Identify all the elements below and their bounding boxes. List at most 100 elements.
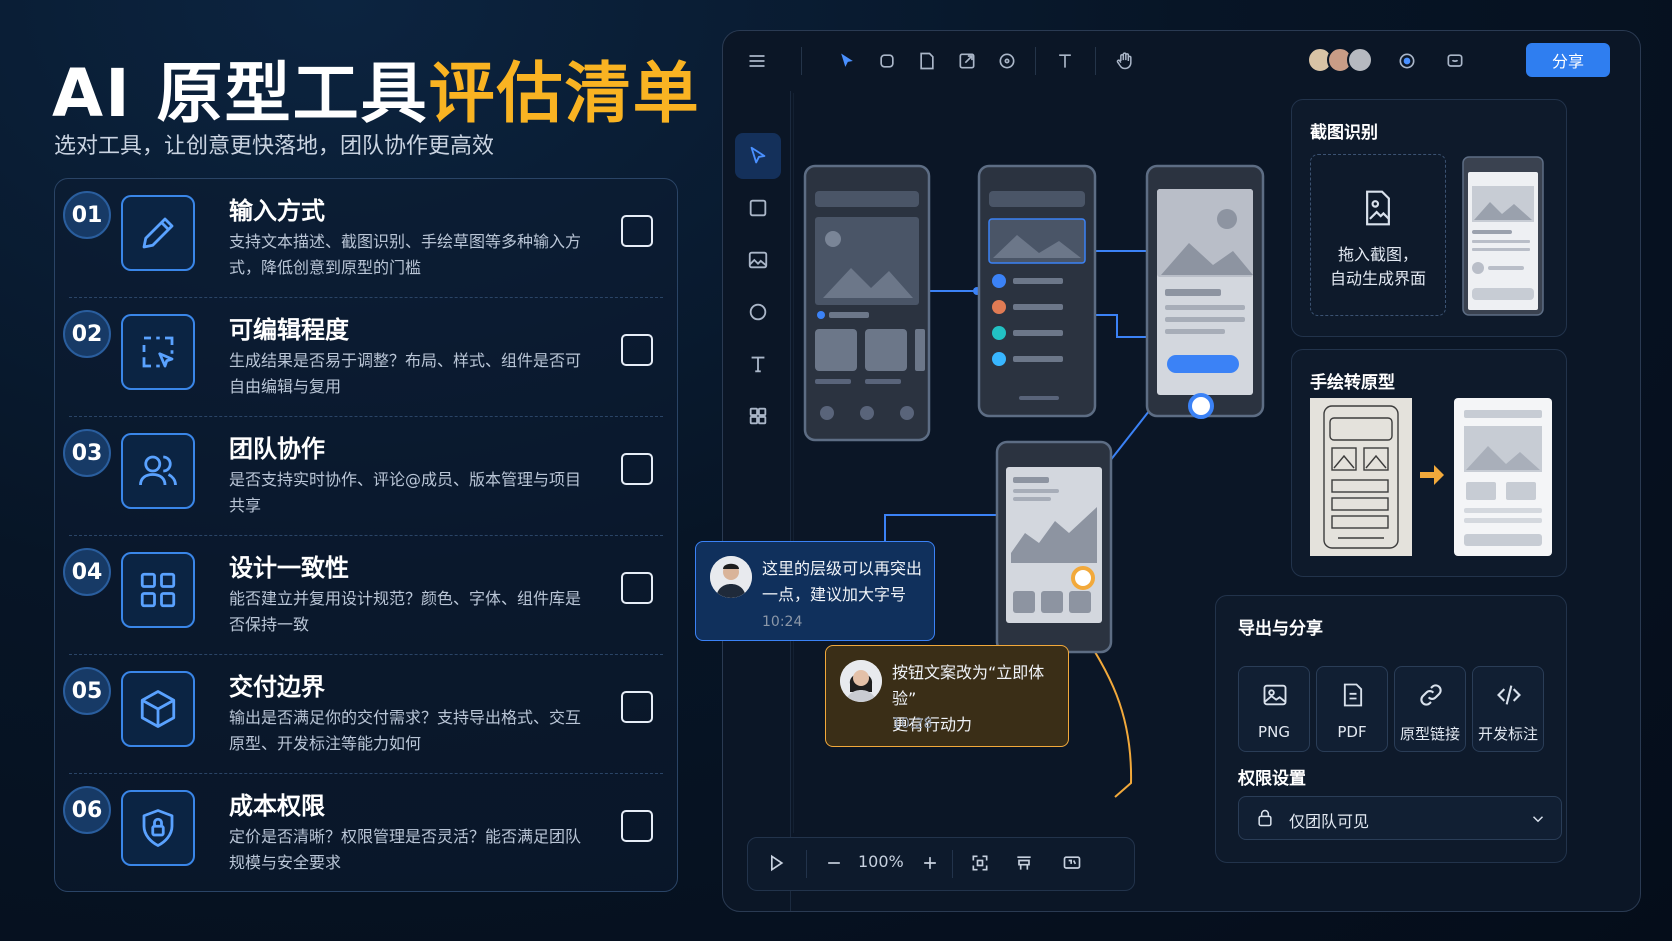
dropzone-text: 拖入截图， <box>1337 245 1418 264</box>
divider <box>952 850 953 878</box>
permission-title: 权限设置 <box>1238 769 1306 789</box>
item-number-badge: 05 <box>63 667 111 715</box>
link-icon <box>1420 684 1442 706</box>
checklist-item: 06 成本权限 定价是否清晰？权限管理是否灵活？能否满足团队规模与安全要求 <box>55 774 677 893</box>
page-icon[interactable] <box>915 49 939 73</box>
item-title: 成本权限 <box>229 792 325 820</box>
share-button[interactable]: 分享 <box>1526 43 1610 77</box>
item-checkbox[interactable] <box>621 691 653 723</box>
rectangle-tool-icon[interactable] <box>735 185 781 231</box>
panel-title: 手绘转原型 <box>1310 373 1395 393</box>
button-label: 原型链接 <box>1399 725 1460 743</box>
item-checkbox[interactable] <box>621 453 653 485</box>
export-png-button[interactable]: PNG <box>1238 666 1310 752</box>
checklist-item: 01 输入方式 支持文本描述、截图识别、手绘草图等多种输入方式，降低创意到原型的… <box>55 179 677 298</box>
tool-rail <box>723 91 791 911</box>
wireframe-screen[interactable] <box>1145 164 1265 419</box>
button-label: 开发标注 <box>1477 725 1538 743</box>
item-description: 是否支持实时协作、评论@成员、版本管理与项目共享 <box>229 470 582 515</box>
zoom-out-icon[interactable] <box>824 853 844 877</box>
lock-icon <box>1258 809 1272 827</box>
component-icon[interactable] <box>995 49 1019 73</box>
arrow-right-icon <box>1420 465 1444 485</box>
prototype-app-window: 分享 这里的层级可以再突出 一点，建议加大字号 10:24 按钮文案改为“立即体… <box>695 30 1641 912</box>
divider <box>1035 47 1036 75</box>
comment-line: 一点，建议加大字号 <box>762 585 907 604</box>
screenshot-dropzone[interactable]: 拖入截图， 自动生成界面 <box>1310 154 1446 316</box>
button-label: PNG <box>1258 723 1290 741</box>
item-checkbox[interactable] <box>621 810 653 842</box>
panel-title: 截图识别 <box>1310 123 1378 143</box>
item-description: 输出是否满足你的交付需求？支持导出格式、交互原型、开发标注等能力如何 <box>229 708 582 753</box>
preview-icon[interactable] <box>1062 853 1082 877</box>
generated-prototype-preview <box>1454 398 1552 556</box>
item-number-badge: 02 <box>63 310 111 358</box>
text-tool-icon[interactable] <box>735 341 781 387</box>
prototype-link-button[interactable]: 原型链接 <box>1394 666 1466 752</box>
hand-tool-icon[interactable] <box>1113 49 1137 73</box>
item-title: 团队协作 <box>229 435 325 463</box>
sketch-to-prototype-panel: 手绘转原型 <box>1291 349 1567 577</box>
comment-bubble[interactable]: 按钮文案改为“立即体验” 更有行动力 10:28 <box>825 645 1069 747</box>
export-share-panel: 导出与分享 PNG PDF 原型链接 开发标注 权限设置 仅团队可见 <box>1215 595 1567 863</box>
divider <box>806 850 807 878</box>
pointer-icon[interactable] <box>835 49 859 73</box>
play-icon[interactable] <box>766 853 786 877</box>
document-icon <box>1343 683 1363 707</box>
fit-screen-icon[interactable] <box>970 853 990 877</box>
item-description: 能否建立并复用设计规范？颜色、字体、组件库是否保持一致 <box>229 589 582 634</box>
image-tool-icon[interactable] <box>735 237 781 283</box>
evaluation-checklist: 01 输入方式 支持文本描述、截图识别、手绘草图等多种输入方式，降低创意到原型的… <box>54 178 678 892</box>
checklist-item: 03 团队协作 是否支持实时协作、评论@成员、版本管理与项目共享 <box>55 417 677 536</box>
collaborator-avatar[interactable] <box>1347 47 1373 73</box>
ellipse-tool-icon[interactable] <box>735 289 781 335</box>
top-toolbar: 分享 <box>723 31 1640 91</box>
screenshot-recognition-panel: 截图识别 拖入截图， 自动生成界面 <box>1291 99 1567 337</box>
comment-time: 10:24 <box>762 614 803 630</box>
avatar <box>840 660 882 702</box>
page-title: AI 原型工具评估清单 <box>52 40 701 136</box>
page-subtitle: 选对工具，让创意更快落地，团队协作更高效 <box>54 134 495 159</box>
export-icon[interactable] <box>955 49 979 73</box>
generated-screen-preview <box>1462 156 1544 316</box>
item-title: 设计一致性 <box>229 554 349 582</box>
wireframe-screen[interactable] <box>977 164 1097 418</box>
canvas-controls: 100% <box>747 837 1135 891</box>
box-icon <box>121 671 195 747</box>
item-title: 输入方式 <box>229 197 325 225</box>
comment-line: 这里的层级可以再突出 <box>762 559 923 578</box>
button-label: PDF <box>1337 723 1367 741</box>
divider <box>801 47 802 75</box>
title-highlight: 评估清单 <box>428 55 701 132</box>
zoom-in-icon[interactable] <box>920 853 940 877</box>
wireframe-screen[interactable] <box>995 440 1113 654</box>
menu-icon[interactable] <box>745 49 769 73</box>
item-number-badge: 03 <box>63 429 111 477</box>
dev-annotation-button[interactable]: 开发标注 <box>1472 666 1544 752</box>
item-checkbox[interactable] <box>621 572 653 604</box>
text-tool-icon[interactable] <box>1053 49 1077 73</box>
status-icon[interactable] <box>1395 49 1419 73</box>
item-checkbox[interactable] <box>621 334 653 366</box>
code-icon <box>1497 685 1521 705</box>
export-pdf-button[interactable]: PDF <box>1316 666 1388 752</box>
select-tool-icon[interactable] <box>735 133 781 179</box>
wireframe-screen[interactable] <box>803 164 931 442</box>
image-upload-icon <box>1366 190 1390 226</box>
components-tool-icon[interactable] <box>735 393 781 439</box>
divider <box>1095 47 1096 75</box>
grid-icon <box>121 552 195 628</box>
frame-icon[interactable] <box>875 49 899 73</box>
shield-lock-icon <box>121 790 195 866</box>
zoom-level[interactable]: 100% <box>858 852 904 871</box>
comment-icon[interactable] <box>1443 49 1467 73</box>
layout-icon[interactable] <box>1014 853 1034 877</box>
select-cursor-icon <box>121 314 195 390</box>
item-description: 支持文本描述、截图识别、手绘草图等多种输入方式，降低创意到原型的门槛 <box>229 232 582 277</box>
title-main: AI 原型工具 <box>52 55 429 132</box>
checklist-item: 05 交付边界 输出是否满足你的交付需求？支持导出格式、交互原型、开发标注等能力… <box>55 655 677 774</box>
comment-bubble[interactable]: 这里的层级可以再突出 一点，建议加大字号 10:24 <box>695 541 935 641</box>
item-checkbox[interactable] <box>621 215 653 247</box>
panel-title: 导出与分享 <box>1238 619 1323 639</box>
permission-select[interactable]: 仅团队可见 <box>1238 796 1562 840</box>
